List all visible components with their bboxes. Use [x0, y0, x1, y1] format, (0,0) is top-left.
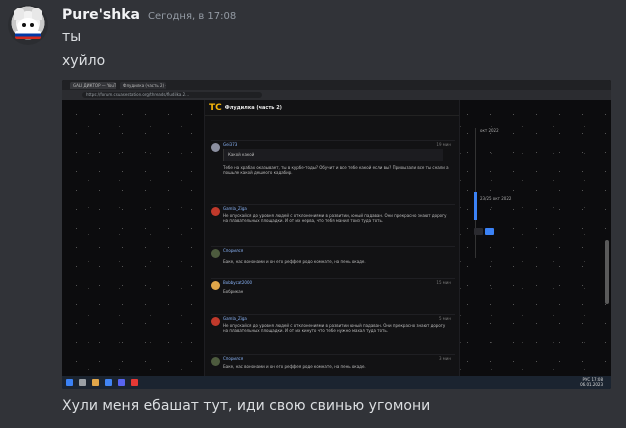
timeline-knob[interactable] [474, 192, 477, 220]
message-caption: Хули меня ебашат тут, иди свою свинью уг… [62, 398, 431, 414]
timeline-top-label: окт 2022 [480, 128, 499, 133]
message-header: Pure'shka Сегодня, в 17:08 [62, 7, 236, 23]
forum-post: Gamla_Ziga 5 мин Не опускайся до уровня … [211, 314, 455, 352]
post-text: Не опускайся до уровня людей с отклонени… [223, 213, 447, 223]
forum-header: TC Флудилка (часть 2) [205, 100, 459, 116]
post-author: Gamla_Ziga [223, 206, 247, 211]
chrome-icon [105, 379, 112, 386]
message-line: хуйло [62, 53, 106, 69]
post-author: Спорился [223, 248, 244, 253]
browser-tab: GALI ДИКТОР — YouTube [70, 81, 116, 89]
forum-panel: TC Флудилка (часть 2) Gei373 19 мин Како… [204, 100, 460, 376]
post-date: 3 мин [438, 356, 451, 361]
browser-address-bar: https://forum.csuasestation.org/threads/… [62, 90, 611, 100]
image-attachment[interactable]: GALI ДИКТОР — YouTube Флудилка (часть 2)… [62, 80, 611, 389]
browser-tabbar: GALI ДИКТОР — YouTube Флудилка (часть 2)… [62, 80, 611, 90]
message-line: ты [62, 29, 82, 45]
address-text: https://forum.csuasestation.org/threads/… [82, 92, 262, 98]
post-date: 15 мин [436, 280, 451, 285]
username[interactable]: Pure'shka [62, 7, 140, 23]
forum-logo: TC [209, 102, 222, 113]
forum-post: Bobbycat2000 15 мин Бобрикан [211, 278, 455, 312]
post-date: 19 мин [436, 142, 451, 147]
taskbar-clock: РУС 17:08 06.01.2023 [580, 377, 603, 387]
timeline-reply-button[interactable] [474, 228, 483, 235]
page-scrollbar-thumb[interactable] [605, 240, 609, 304]
quote-text: Какой какой [228, 152, 255, 157]
post-avatar [211, 317, 220, 326]
post-author: Gamla_Ziga [223, 316, 247, 321]
user-avatar[interactable] [8, 5, 48, 45]
thread-title: Флудилка (часть 2) [224, 104, 282, 111]
post-avatar [211, 357, 220, 366]
forum-post: Gei373 19 мин Какой какой Тебе на храбах… [211, 140, 455, 202]
timeline-marker-label: 23/25 окт 2022 [480, 196, 512, 201]
post-text: Баке, нас вононами и он его реффея родо … [223, 259, 366, 264]
timestamp: Сегодня, в 17:08 [147, 11, 237, 22]
post-text: Баке, нас вононами и он его реффея роде … [223, 364, 366, 369]
avatar-eye-left [22, 23, 26, 27]
timeline-jump-button[interactable] [485, 228, 494, 235]
thread-timeline: окт 2022 23/25 окт 2022 [472, 120, 532, 270]
folder-icon [92, 379, 99, 386]
post-text: Бобрикан [223, 289, 244, 294]
clock-date: 06.01.2023 [580, 382, 603, 387]
avatar-flag [15, 31, 41, 39]
windows-taskbar: РУС 17:08 06.01.2023 [62, 376, 611, 389]
post-avatar [211, 249, 220, 258]
search-icon [79, 379, 86, 386]
post-quote: Какой какой [223, 149, 443, 161]
post-avatar [211, 207, 220, 216]
forum-post: Спорился Баке, нас вононами и он его реф… [211, 246, 455, 276]
app-icon [131, 379, 138, 386]
post-author: Gei373 [223, 142, 238, 147]
browser-tab: Флудилка (часть 2) - Бесплат... [120, 81, 166, 89]
post-author: Bobbycat2000 [223, 280, 253, 285]
post-author: Спорился [223, 356, 244, 361]
avatar-ear-right [32, 8, 42, 20]
avatar-eye-right [30, 23, 34, 27]
discord-icon [118, 379, 125, 386]
forum-post: Спорился 3 мин Баке, нас вононами и он е… [211, 354, 455, 376]
post-text: Не опускайся до уровня людей с отклонени… [223, 323, 446, 333]
post-date: 5 мин [438, 316, 451, 321]
start-icon [66, 379, 73, 386]
post-text: Тебе на храбах оказывает, ты в курбе-тод… [223, 165, 449, 175]
post-avatar [211, 143, 220, 152]
forum-post: Gamla_Ziga Не опускайся до уровня людей … [211, 204, 455, 244]
post-avatar [211, 281, 220, 290]
